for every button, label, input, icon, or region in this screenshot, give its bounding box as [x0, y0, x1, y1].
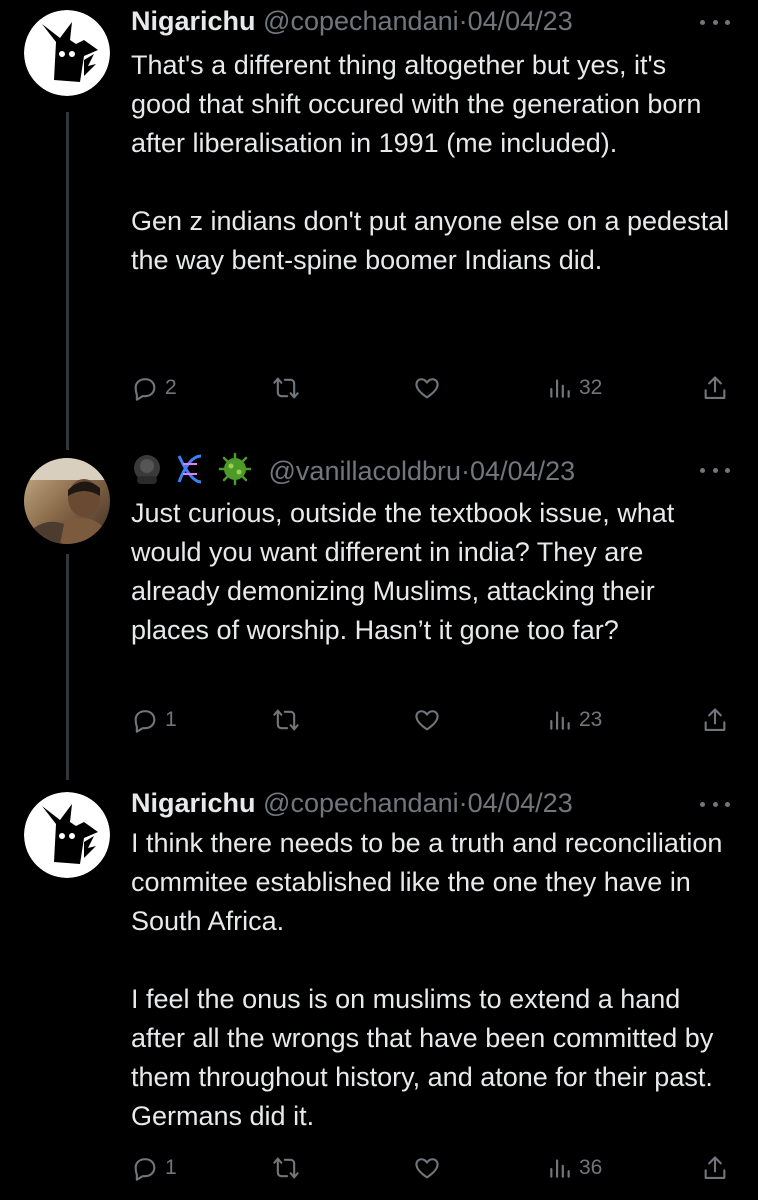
display-name[interactable] — [131, 452, 255, 494]
reply-button[interactable]: 1 — [131, 700, 177, 740]
user-handle[interactable]: @copechandani — [263, 788, 459, 818]
pikachu-silhouette-icon — [24, 10, 110, 96]
avatar[interactable] — [24, 458, 110, 544]
user-handle[interactable]: @vanillacoldbru — [269, 456, 462, 486]
tweet[interactable]: @vanillacoldbru·04/04/23 Just curious, o… — [0, 440, 758, 780]
tweet-text: That's a different thing altogether but … — [131, 50, 730, 275]
view-count: 36 — [579, 1156, 603, 1179]
reply-icon — [134, 1158, 156, 1181]
tweet-header: @vanillacoldbru·04/04/23 — [131, 452, 678, 494]
views-button[interactable]: 32 — [547, 368, 602, 408]
tweet-actions: 1 36 — [131, 1148, 731, 1188]
share-icon — [704, 1156, 726, 1179]
tweet[interactable]: Nigarichu @copechandani·04/04/23 I think… — [0, 780, 758, 1200]
separator-dot: · — [458, 788, 468, 818]
more-options-icon[interactable] — [700, 794, 730, 814]
tweet[interactable]: Nigarichu @copechandani·04/04/23 That's … — [0, 0, 758, 440]
tweet-header: Nigarichu @copechandani·04/04/23 — [131, 4, 678, 38]
tweet-actions: 2 32 — [131, 368, 731, 408]
separator-dot: · — [458, 6, 468, 36]
share-button[interactable] — [701, 700, 729, 740]
display-name[interactable]: Nigarichu — [131, 788, 256, 818]
tweet-text: Just curious, outside the textbook issue… — [131, 498, 675, 645]
avatar[interactable] — [24, 792, 110, 878]
more-options-icon[interactable] — [700, 12, 730, 32]
heart-icon — [415, 710, 439, 731]
separator-dot: · — [461, 456, 471, 486]
display-name[interactable]: Nigarichu — [131, 6, 256, 36]
like-button[interactable] — [413, 1148, 447, 1188]
analytics-bars-icon — [550, 379, 570, 398]
view-count: 23 — [579, 708, 603, 731]
reply-button[interactable]: 2 — [131, 368, 177, 408]
tweet-date[interactable]: 04/04/23 — [468, 788, 573, 818]
views-button[interactable]: 23 — [547, 700, 602, 740]
share-button[interactable] — [701, 1148, 729, 1188]
reply-icon — [134, 378, 156, 401]
more-options-icon[interactable] — [700, 460, 730, 480]
avatar[interactable] — [24, 10, 110, 96]
heart-icon — [415, 378, 439, 399]
retweet-button[interactable] — [271, 368, 307, 408]
retweet-icon — [273, 1157, 299, 1179]
tweet-actions: 1 23 — [131, 700, 731, 740]
retweet-button[interactable] — [271, 700, 307, 740]
retweet-icon — [273, 709, 299, 731]
view-count: 32 — [579, 376, 603, 399]
tweet-date[interactable]: 04/04/23 — [468, 6, 573, 36]
tweet-text: I think there needs to be a truth and re… — [131, 828, 723, 1131]
tweet-header: Nigarichu @copechandani·04/04/23 — [131, 786, 678, 820]
heart-icon — [415, 1158, 439, 1179]
reply-icon — [134, 710, 156, 733]
reply-count: 2 — [165, 376, 177, 399]
tweet-date[interactable]: 04/04/23 — [470, 456, 575, 486]
share-icon — [704, 708, 726, 731]
like-button[interactable] — [413, 368, 447, 408]
share-icon — [704, 376, 726, 399]
views-button[interactable]: 36 — [547, 1148, 602, 1188]
retweet-button[interactable] — [271, 1148, 307, 1188]
reply-count: 1 — [165, 1156, 177, 1179]
retweet-icon — [273, 377, 299, 399]
user-handle[interactable]: @copechandani — [263, 6, 459, 36]
user-photo — [24, 458, 110, 544]
analytics-bars-icon — [550, 711, 570, 730]
gorilla-dna-microbe-emoji-icon — [134, 452, 252, 486]
reply-count: 1 — [165, 708, 177, 731]
pikachu-silhouette-icon — [24, 792, 110, 878]
like-button[interactable] — [413, 700, 447, 740]
reply-button[interactable]: 1 — [131, 1148, 177, 1188]
analytics-bars-icon — [550, 1159, 570, 1178]
share-button[interactable] — [701, 368, 729, 408]
